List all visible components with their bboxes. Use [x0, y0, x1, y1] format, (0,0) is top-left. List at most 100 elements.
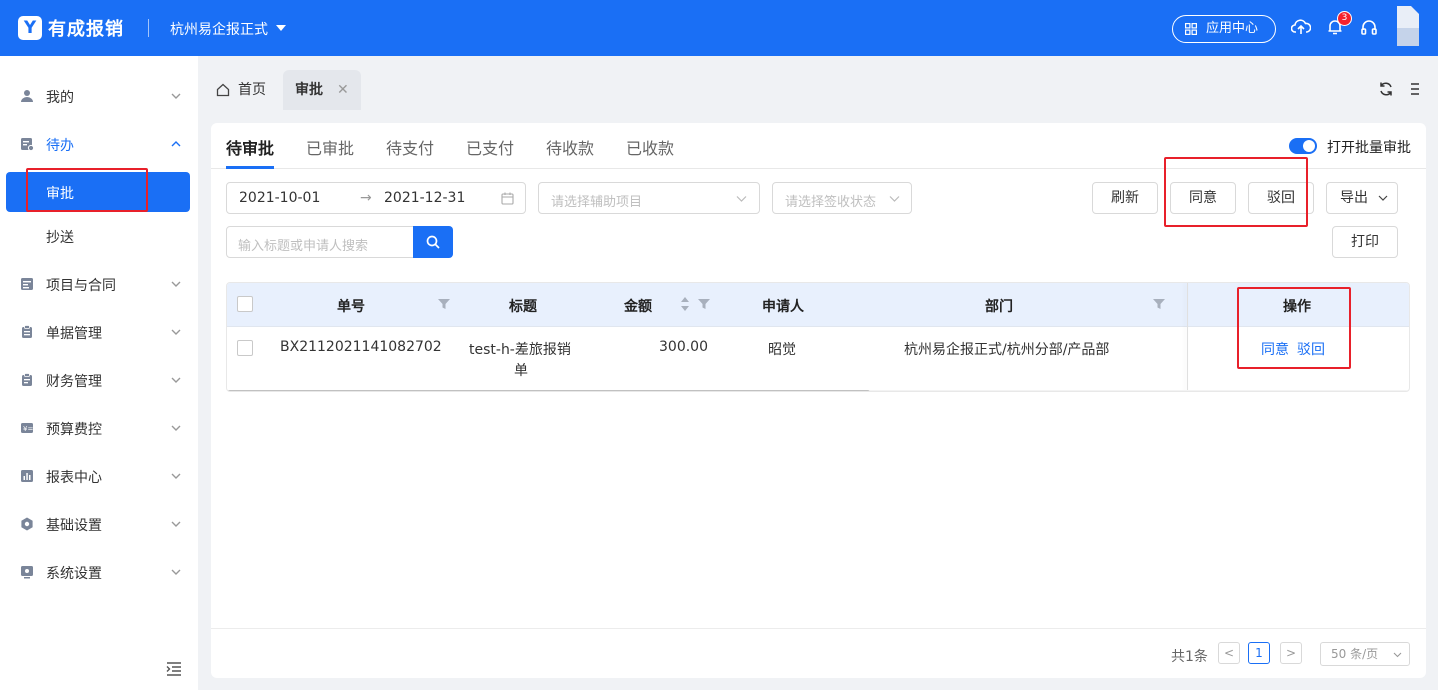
chevron-down-icon — [171, 569, 181, 575]
org-switcher-label[interactable]: 杭州易企报正式 — [170, 19, 268, 39]
cell-title: test-h-差旅报销 — [469, 342, 571, 358]
avatar[interactable] — [1397, 6, 1419, 46]
tab-pending-approval[interactable]: 待审批 — [226, 135, 274, 159]
tab-approval[interactable]: 审批 ✕ — [283, 70, 361, 110]
sidebar-item-label: 预算费控 — [46, 422, 102, 438]
filter-icon[interactable] — [438, 298, 450, 310]
sidebar-item-basic-settings[interactable]: 基础设置 — [0, 504, 198, 544]
sidebar-item-label: 我的 — [46, 90, 74, 106]
reject-button[interactable]: 驳回 — [1248, 182, 1314, 214]
sidebar-item-label: 单据管理 — [46, 326, 102, 342]
budget-icon: ¥= — [21, 423, 33, 433]
report-icon — [21, 470, 33, 482]
tab-approved[interactable]: 已审批 — [306, 135, 354, 159]
app-center-button[interactable]: 应用中心 — [1172, 15, 1276, 43]
page-size-select[interactable]: 50 条/页 — [1320, 642, 1410, 666]
status-tabs: 待审批 已审批 待支付 已支付 待收款 已收款 打开批量审批 — [211, 123, 1426, 169]
grid-icon — [1185, 23, 1197, 35]
date-range-picker[interactable]: 2021-10-01 → 2021-12-31 — [226, 182, 526, 214]
sign-status-placeholder: 请选择签收状态 — [785, 195, 877, 210]
tab-pending-payment[interactable]: 待支付 — [386, 135, 434, 159]
sidebar-item-label: 待办 — [46, 138, 74, 154]
sidebar-item-document-mgmt[interactable]: 单据管理 — [0, 312, 198, 352]
caret-down-icon[interactable] — [276, 25, 286, 31]
filter-icon[interactable] — [1153, 298, 1165, 310]
collapse-sidebar-icon[interactable] — [166, 662, 182, 676]
sidebar-item-mine[interactable]: 我的 — [0, 76, 198, 116]
column-header-actions: 操作 — [1283, 299, 1311, 315]
tab-label: 首页 — [238, 82, 266, 98]
cell-dept: 杭州易企报正式/杭州分部/产品部 — [904, 342, 1110, 358]
refresh-button[interactable]: 刷新 — [1092, 182, 1158, 214]
sidebar-item-system-settings[interactable]: 系统设置 — [0, 552, 198, 592]
date-start[interactable]: 2021-10-01 — [239, 190, 320, 206]
tab-home[interactable]: 首页 — [206, 70, 284, 110]
sidebar-item-finance-mgmt[interactable]: 财务管理 — [0, 360, 198, 400]
divider — [148, 19, 149, 37]
sidebar-item-label: 抄送 — [46, 230, 74, 246]
tab-paid[interactable]: 已支付 — [466, 135, 514, 159]
horizontal-scrollbar[interactable] — [227, 390, 1409, 391]
date-end[interactable]: 2021-12-31 — [384, 190, 465, 206]
tab-received[interactable]: 已收款 — [626, 135, 674, 159]
close-icon[interactable]: ✕ — [337, 70, 349, 110]
chevron-down-icon — [1378, 195, 1388, 201]
chevron-up-icon — [171, 141, 181, 147]
chevron-down-icon — [171, 377, 181, 383]
sidebar-item-report-center[interactable]: 报表中心 — [0, 456, 198, 496]
sidebar-item-project-contract[interactable]: 项目与合同 — [0, 264, 198, 304]
prev-page-button[interactable]: < — [1218, 642, 1240, 664]
cell-title-wrap: 单 — [514, 363, 528, 379]
chevron-down-icon — [171, 93, 181, 99]
row-checkbox[interactable] — [237, 340, 253, 356]
user-icon — [21, 90, 33, 102]
headset-icon[interactable] — [1360, 18, 1378, 36]
print-button[interactable]: 打印 — [1332, 226, 1398, 258]
pagination-bar: 共1条 < 1 > 50 条/页 — [211, 628, 1426, 678]
sidebar-item-label: 系统设置 — [46, 566, 102, 582]
aux-project-placeholder: 请选择辅助项目 — [551, 195, 643, 210]
tab-pending-receipt[interactable]: 待收款 — [546, 135, 594, 159]
batch-approve-toggle[interactable] — [1289, 138, 1317, 154]
sort-icon[interactable] — [680, 296, 690, 312]
row-approve-link[interactable]: 同意 — [1261, 339, 1289, 359]
page-1-button[interactable]: 1 — [1248, 642, 1270, 664]
arrow-right-icon: → — [360, 190, 372, 206]
sign-status-select[interactable]: 请选择签收状态 — [772, 182, 912, 214]
sidebar-item-label: 项目与合同 — [46, 278, 116, 294]
table-header: 单号 标题 金额 申请人 部门 操作 — [227, 283, 1409, 327]
chevron-down-icon — [889, 196, 900, 202]
sidebar-item-budget[interactable]: ¥= 预算费控 — [0, 408, 198, 448]
next-page-button[interactable]: > — [1280, 642, 1302, 664]
approval-table: 单号 标题 金额 申请人 部门 操作 BX2112021141082702 te… — [226, 282, 1410, 392]
home-icon — [216, 83, 230, 97]
chevron-down-icon — [736, 196, 747, 202]
cell-no: BX2112021141082702 — [280, 339, 442, 355]
aux-project-select[interactable]: 请选择辅助项目 — [538, 182, 760, 214]
chevron-down-icon — [171, 473, 181, 479]
chevron-down-icon — [1393, 652, 1402, 658]
sidebar: 我的 待办 审批 抄送 项目与合同 单据管理 财务管理 ¥= 预算费控 报表中心 — [0, 56, 198, 690]
logo-icon: Y — [18, 16, 42, 40]
approve-button[interactable]: 同意 — [1170, 182, 1236, 214]
sidebar-item-approval[interactable]: 审批 — [6, 172, 190, 212]
menu-icon[interactable] — [1410, 82, 1420, 96]
refresh-icon[interactable] — [1378, 81, 1394, 97]
notification-badge: 3 — [1337, 11, 1352, 26]
select-all-checkbox[interactable] — [237, 296, 253, 312]
sidebar-item-todo[interactable]: 待办 — [0, 124, 198, 164]
cloud-upload-icon[interactable] — [1291, 18, 1311, 36]
scrollbar-thumb[interactable] — [227, 390, 870, 391]
page-tabs-bar: 首页 审批 ✕ — [198, 56, 1438, 110]
active-tab-indicator — [226, 166, 274, 169]
sidebar-item-cc[interactable]: 抄送 — [6, 216, 190, 256]
sidebar-item-label: 报表中心 — [46, 470, 102, 486]
search-input[interactable]: 输入标题或申请人搜索 — [226, 226, 414, 258]
sidebar-item-label: 基础设置 — [46, 518, 102, 534]
document-icon — [22, 325, 32, 338]
chevron-down-icon — [171, 329, 181, 335]
filter-icon[interactable] — [698, 298, 710, 310]
row-reject-link[interactable]: 驳回 — [1297, 339, 1325, 359]
export-button[interactable]: 导出 — [1326, 182, 1398, 214]
search-button[interactable] — [413, 226, 453, 258]
